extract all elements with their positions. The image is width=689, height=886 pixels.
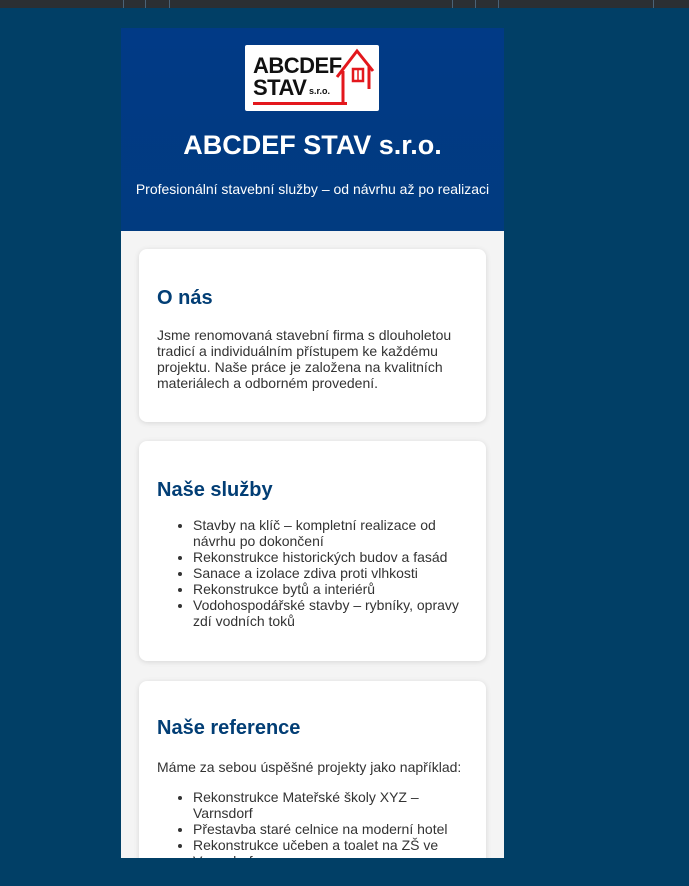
tab-divider	[123, 0, 124, 8]
references-intro: Máme za sebou úspěšné projekty jako např…	[157, 759, 462, 775]
services-heading: Naše služby	[157, 479, 273, 501]
page-title: ABCDEF STAV s.r.o.	[183, 130, 442, 160]
company-logo[interactable]: ABCDEF STAV s.r.o.	[245, 45, 379, 111]
list-item: Stavby na klíč – kompletní realizace od …	[193, 517, 476, 549]
tab-divider	[498, 0, 499, 8]
about-text: Jsme renomovaná stavební firma s dlouhol…	[157, 327, 452, 391]
services-list: Stavby na klíč – kompletní realizace od …	[157, 517, 476, 629]
tab-divider	[145, 0, 146, 8]
references-section: Naše reference Máme za sebou úspěšné pro…	[139, 681, 486, 858]
logo-suffix: s.r.o.	[309, 86, 331, 96]
list-item: Sanace a izolace zdiva proti vlhkosti	[193, 565, 476, 581]
list-item: Rekonstrukce bytů a interiérů	[193, 581, 476, 597]
house-icon	[335, 48, 375, 105]
list-item: Vodohospodářské stavby – rybníky, opravy…	[193, 597, 476, 629]
list-item: Rekonstrukce historických budov a fasád	[193, 549, 476, 565]
tab-divider	[653, 0, 654, 8]
mobile-page-frame[interactable]: ABCDEF STAV s.r.o. ABCDEF STAV s.r.o. Pr…	[121, 28, 504, 858]
list-item: Rekonstrukce Mateřské školy XYZ – Varnsd…	[193, 789, 476, 821]
site-header: ABCDEF STAV s.r.o. ABCDEF STAV s.r.o. Pr…	[121, 28, 504, 231]
references-list: Rekonstrukce Mateřské školy XYZ – Varnsd…	[157, 789, 476, 858]
about-heading: O nás	[157, 287, 213, 309]
references-heading: Naše reference	[157, 717, 301, 739]
tab-divider	[475, 0, 476, 8]
tab-divider	[169, 0, 170, 8]
list-item: Rekonstrukce učeben a toalet na ZŠ ve Va…	[193, 837, 476, 858]
list-item: Přestavba staré celnice na moderní hotel	[193, 821, 476, 837]
logo-text-line2: STAV	[253, 75, 307, 100]
tab-divider	[452, 0, 453, 8]
services-section: Naše služby Stavby na klíč – kompletní r…	[139, 441, 486, 661]
page-tagline: Profesionální stavební služby – od návrh…	[135, 181, 490, 197]
browser-top-bar	[0, 0, 689, 8]
about-section: O nás Jsme renomovaná stavební firma s d…	[139, 249, 486, 422]
